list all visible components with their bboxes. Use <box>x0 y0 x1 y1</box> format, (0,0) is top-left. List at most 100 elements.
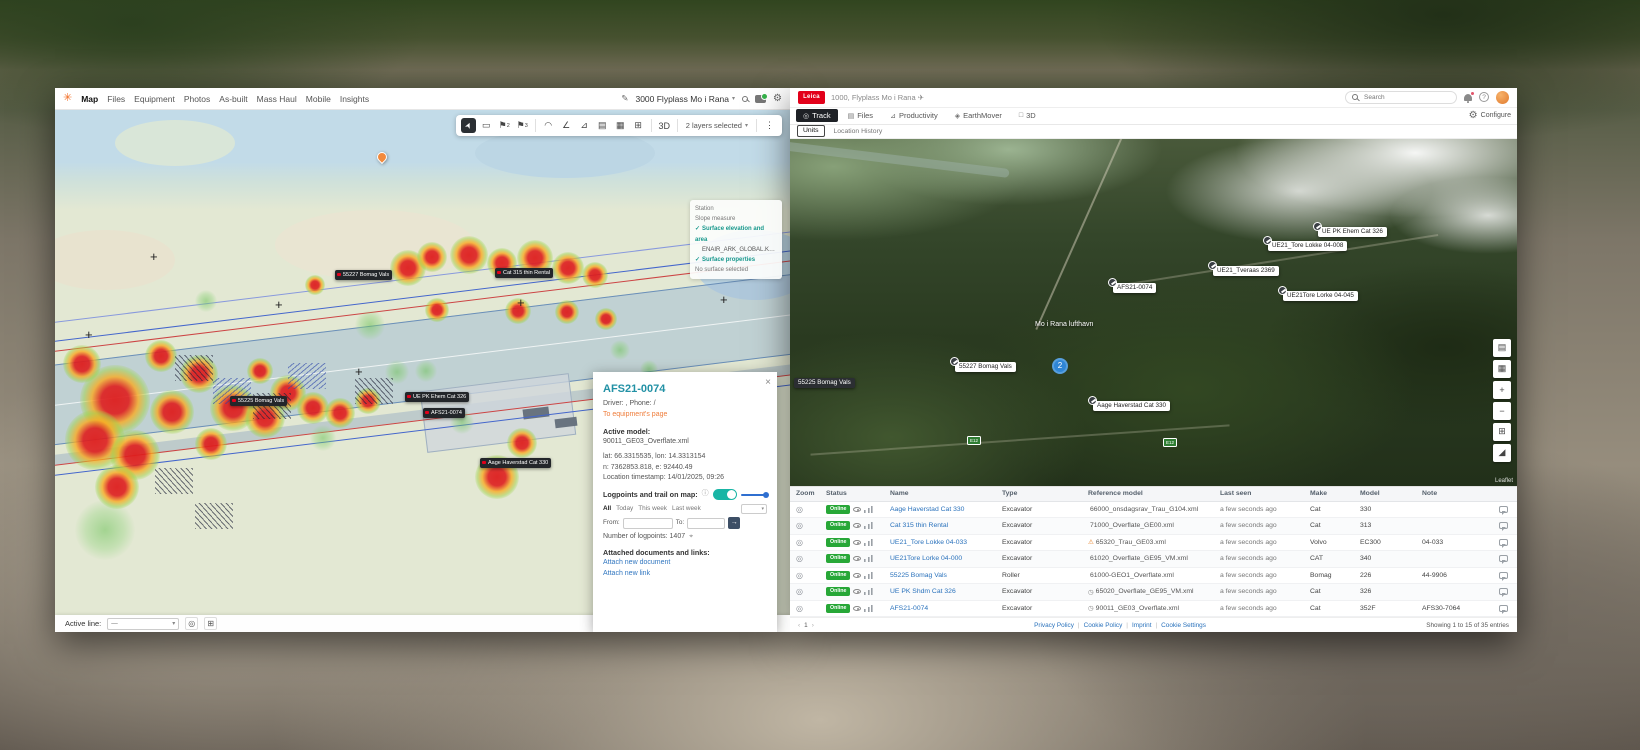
nav-item-files[interactable]: Files <box>107 94 125 104</box>
unit-name-link[interactable]: 55225 Bomag Vals <box>890 572 1002 579</box>
tab-3d[interactable]: □3D <box>1012 109 1043 122</box>
chat-icon[interactable] <box>1499 588 1508 595</box>
layers-selector[interactable]: 2 layers selected▾ <box>683 121 751 130</box>
unit-name-link[interactable]: UE21Tore Lorke 04-000 <box>890 555 1002 562</box>
nav-item-photos[interactable]: Photos <box>184 94 210 104</box>
basemap-icon[interactable]: ▦ <box>1493 360 1511 378</box>
apply-range-button[interactable]: → <box>728 517 740 529</box>
unit-name-link[interactable]: UE21_Tore Lokke 04-033 <box>890 539 1002 546</box>
chat-icon[interactable] <box>1499 572 1508 579</box>
unit-name-link[interactable]: AFS21-0074 <box>890 605 1002 612</box>
map-unit-label[interactable]: AFS21-0074 <box>423 408 465 418</box>
flag-3-tool-button[interactable]: ⚑3 <box>515 118 530 133</box>
gear-icon[interactable]: ⚙ <box>773 93 782 104</box>
table-row[interactable]: ◎ Online UE21Tore Lorke 04-000 Excavator… <box>790 551 1517 568</box>
tab-track[interactable]: ◎Track <box>796 109 838 122</box>
slope-tool-button[interactable]: ◠ <box>541 118 556 133</box>
angle-tool-button[interactable]: ∠ <box>559 118 574 133</box>
zoom-out-button[interactable]: − <box>1493 402 1511 420</box>
visibility-icon[interactable] <box>853 573 861 578</box>
map-unit-label[interactable]: 55227 Bomag Vals <box>335 270 392 280</box>
map-attribution[interactable]: Leaflet <box>1495 478 1513 484</box>
map-unit-pill[interactable]: 55225 Bomag Vals <box>794 378 855 388</box>
from-date-input[interactable] <box>623 518 673 529</box>
tab-earthmover[interactable]: ◈EarthMover <box>948 109 1009 122</box>
layers-icon[interactable]: ▤ <box>1493 339 1511 357</box>
chat-icon[interactable] <box>1499 506 1508 513</box>
search-icon[interactable] <box>742 96 748 102</box>
page-number[interactable]: 1 <box>804 622 808 629</box>
visibility-icon[interactable] <box>853 606 861 611</box>
next-page-button[interactable]: › <box>812 622 814 629</box>
target-icon[interactable]: ⌖ <box>689 532 693 543</box>
col-type[interactable]: Type <box>1002 490 1088 497</box>
measure-tool-button[interactable]: ▭ <box>479 118 494 133</box>
subtab-units[interactable]: Units <box>797 125 825 137</box>
logpoints-toggle[interactable] <box>713 489 737 500</box>
avatar[interactable] <box>1496 91 1509 104</box>
zoom-to-unit-icon[interactable]: ◎ <box>796 571 826 580</box>
col-note[interactable]: Note <box>1422 490 1486 497</box>
col-model[interactable]: Model <box>1360 490 1422 497</box>
chat-icon[interactable] <box>1499 522 1508 529</box>
info-icon[interactable]: ⓘ <box>702 489 709 500</box>
fit-bounds-button[interactable]: ⊞ <box>1493 423 1511 441</box>
map-unit-pill[interactable]: 55227 Bomag Vals <box>955 362 1016 372</box>
col-reference-model[interactable]: Reference model <box>1088 490 1220 497</box>
machine-status-icon[interactable] <box>755 95 766 103</box>
surface-properties-section[interactable]: Surface properties <box>702 257 755 263</box>
unit-cluster-badge[interactable]: 2 <box>1052 358 1068 374</box>
locate-icon[interactable]: ◎ <box>185 617 198 630</box>
zoom-to-unit-icon[interactable]: ◎ <box>796 505 826 514</box>
map-canvas[interactable]: + + + + + + + Cat 315 thin Rental 55227 … <box>55 110 790 632</box>
table-row[interactable]: ◎ Online UE PK Shdm Cat 326 Excavator ◷6… <box>790 584 1517 601</box>
map-unit-pill[interactable]: Aage Haverstad Cat 330 <box>1093 401 1170 411</box>
col-make[interactable]: Make <box>1310 490 1360 497</box>
chat-icon[interactable] <box>1499 555 1508 562</box>
zoom-in-button[interactable]: + <box>1493 381 1511 399</box>
filter-icon[interactable]: ◢ <box>1493 444 1511 462</box>
unit-name-link[interactable]: UE PK Shdm Cat 326 <box>890 588 1002 595</box>
map-unit-label[interactable]: 55225 Bomag Vals <box>230 396 287 406</box>
flag-2-tool-button[interactable]: ⚑2 <box>497 118 512 133</box>
cookie-settings-link[interactable]: Cookie Settings <box>1161 622 1206 629</box>
configure-button[interactable]: ⚙Configure <box>1469 110 1511 121</box>
col-zoom[interactable]: Zoom <box>796 490 826 497</box>
map-unit-label[interactable]: Aage Haverstad Cat 330 <box>480 458 551 468</box>
imprint-link[interactable]: Imprint <box>1132 622 1152 629</box>
close-icon[interactable]: × <box>765 375 771 391</box>
table-row[interactable]: ◎ Online AFS21-0074 Excavator ◷90011_GE0… <box>790 601 1517 618</box>
hatch-tool-button[interactable]: ▦ <box>613 118 628 133</box>
bell-icon[interactable] <box>1464 94 1472 101</box>
filter-this-week[interactable]: This week <box>638 504 667 514</box>
map-unit-pill[interactable]: AFS21-0074 <box>1113 283 1156 293</box>
nav-item-insights[interactable]: Insights <box>340 94 369 104</box>
help-icon[interactable]: ? <box>1479 92 1489 102</box>
attach-document-link[interactable]: Attach new document <box>603 558 767 569</box>
unit-name-link[interactable]: Cat 315 thin Rental <box>890 522 1002 529</box>
unit-name-link[interactable]: Aage Haverstad Cat 330 <box>890 506 1002 513</box>
map-unit-pill[interactable]: UE21_Tveraas 2369 <box>1213 266 1279 276</box>
col-last-seen[interactable]: Last seen <box>1220 490 1310 497</box>
visibility-icon[interactable] <box>853 589 861 594</box>
visibility-icon[interactable] <box>853 540 861 545</box>
table-row[interactable]: ◎ Online UE21_Tore Lokke 04-033 Excavato… <box>790 535 1517 552</box>
nav-item-equipment[interactable]: Equipment <box>134 94 175 104</box>
filter-last-week[interactable]: Last week <box>672 504 701 514</box>
edit-icon[interactable]: ✎ <box>621 93 628 104</box>
nav-item-mass-haul[interactable]: Mass Haul <box>257 94 297 104</box>
visibility-icon[interactable] <box>853 507 861 512</box>
col-name[interactable]: Name <box>890 490 1002 497</box>
select-tool-button[interactable]: ➤ <box>461 118 476 133</box>
map-unit-label[interactable]: UE PK Ehem Cat 326 <box>405 392 469 402</box>
nav-item-mobile[interactable]: Mobile <box>306 94 331 104</box>
filter-more-select[interactable]: ▾ <box>741 504 767 514</box>
active-line-select[interactable]: —▾ <box>107 618 179 630</box>
table-row[interactable]: ◎ Online 55225 Bomag Vals Roller 61000-G… <box>790 568 1517 585</box>
subtab-location-history[interactable]: Location History <box>834 128 883 135</box>
grid-tool-button[interactable]: ▤ <box>595 118 610 133</box>
chat-icon[interactable] <box>1499 605 1508 612</box>
map-unit-label[interactable]: Cat 315 thin Rental <box>495 268 553 278</box>
zoom-to-unit-icon[interactable]: ◎ <box>796 554 826 563</box>
zoom-to-unit-icon[interactable]: ◎ <box>796 604 826 613</box>
